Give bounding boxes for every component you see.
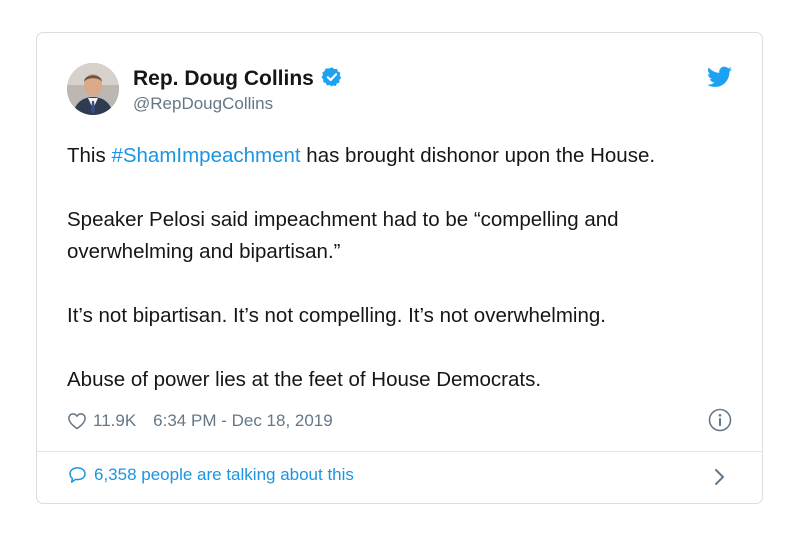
info-icon[interactable] [708,408,732,432]
twitter-bird-icon[interactable] [707,66,732,88]
chevron-right-icon[interactable] [712,466,728,488]
tweet-meta: 11.9K 6:34 PM - Dec 18, 2019 [67,409,333,433]
conversation-count-label[interactable]: 6,358 people are talking about this [94,465,354,485]
tweet-line1-after: has brought dishonor upon the House. [300,144,656,167]
author-name[interactable]: Rep. Doug Collins [133,67,314,90]
tweet-card[interactable]: Rep. Doug Collins @RepDougCollins This #… [36,32,763,504]
tweet-paragraph-4: Abuse of power lies at the feet of House… [67,368,542,391]
avatar[interactable] [67,63,119,115]
tweet-para2-line2: overwhelming and bipartisan.” [67,240,341,263]
hashtag-link[interactable]: #ShamImpeachment [111,144,300,167]
tweet-para2-line1: Speaker Pelosi said impeachment had to b… [67,208,619,231]
heart-icon[interactable] [67,411,87,431]
tweet-timestamp[interactable]: 6:34 PM - Dec 18, 2019 [153,411,333,431]
tweet-paragraph-2: Speaker Pelosi said impeachment had to b… [67,204,747,268]
tweet-text: This #ShamImpeachment has brought dishon… [67,140,747,428]
tweet-paragraph-3: It’s not bipartisan. It’s not compelling… [67,304,606,327]
footer-divider [37,451,762,452]
speech-bubble-icon [69,467,86,483]
conversation-link[interactable]: 6,358 people are talking about this [67,465,354,485]
tweet-paragraph-1: This #ShamImpeachment has brought dishon… [67,140,747,172]
author-handle[interactable]: @RepDougCollins [133,94,273,114]
like-count[interactable]: 11.9K [93,411,136,431]
author-name-row[interactable]: Rep. Doug Collins [133,66,343,91]
tweet-line1-before: This [67,144,112,167]
verified-badge-icon [321,67,341,87]
